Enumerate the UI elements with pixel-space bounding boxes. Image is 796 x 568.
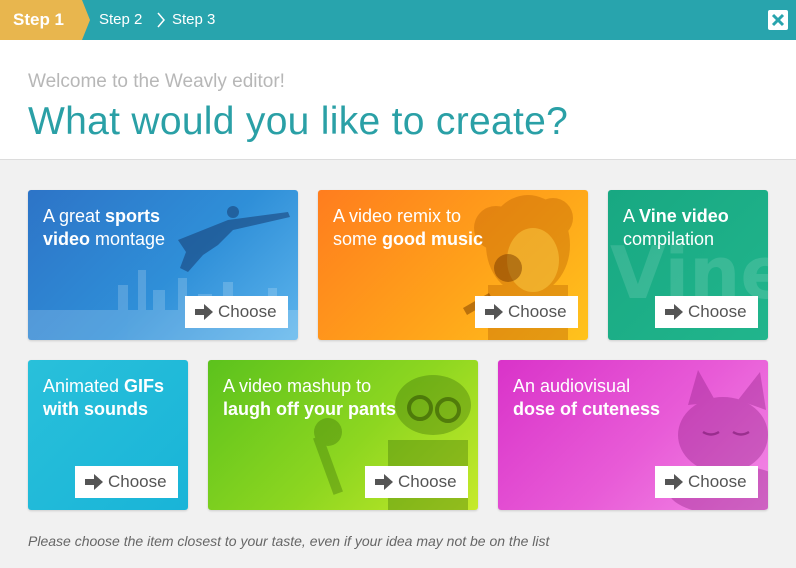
choose-button[interactable]: Choose (185, 296, 288, 328)
arrow-right-icon (665, 474, 683, 490)
card-vine-compilation[interactable]: Vine A Vine video compilation Choose (608, 190, 768, 340)
welcome-text: Welcome to the Weavly editor! (28, 71, 285, 92)
card-sports-montage[interactable]: A great sports video montage Choose (28, 190, 298, 340)
choose-button[interactable]: Choose (75, 466, 178, 498)
arrow-right-icon (85, 474, 103, 490)
card-title: A video remix to some good music (333, 206, 484, 249)
card-title: Animated GIFs with sounds (43, 376, 165, 419)
choose-button[interactable]: Choose (365, 466, 468, 498)
footer-note: Please choose the item closest to your t… (28, 533, 550, 549)
arrow-right-icon (375, 474, 393, 490)
card-title: A video mashup to laugh off your pants (223, 376, 396, 419)
step-3-tab[interactable]: Step 3 (172, 0, 215, 40)
arrow-right-icon (485, 304, 503, 320)
arrow-right-icon (665, 304, 683, 320)
step-1-tab[interactable]: Step 1 (0, 0, 82, 40)
card-cuteness[interactable]: An audiovisual dose of cuteness Choose (498, 360, 768, 510)
card-title: A great sports video montage (43, 206, 166, 249)
card-title: A Vine video compilation (623, 206, 729, 249)
step-bar: Step 1 Step 2 Step 3 (0, 0, 796, 40)
close-button[interactable] (768, 10, 788, 30)
card-video-mashup[interactable]: A video mashup to laugh off your pants C… (208, 360, 478, 510)
chevron-right-icon (157, 12, 165, 28)
card-animated-gifs[interactable]: Animated GIFs with sounds Choose (28, 360, 188, 510)
choose-button[interactable]: Choose (655, 466, 758, 498)
choose-button[interactable]: Choose (655, 296, 758, 328)
arrow-right-icon (195, 304, 213, 320)
card-title: An audiovisual dose of cuteness (513, 376, 661, 419)
step-1-arrow (82, 0, 90, 40)
page-title: What would you like to create? (28, 100, 569, 143)
close-icon (771, 13, 785, 27)
step-2-tab[interactable]: Step 2 (99, 0, 142, 40)
card-music-remix[interactable]: A video remix to some good music Choose (318, 190, 588, 340)
choose-button[interactable]: Choose (475, 296, 578, 328)
editor-header: Welcome to the Weavly editor! What would… (0, 40, 796, 160)
